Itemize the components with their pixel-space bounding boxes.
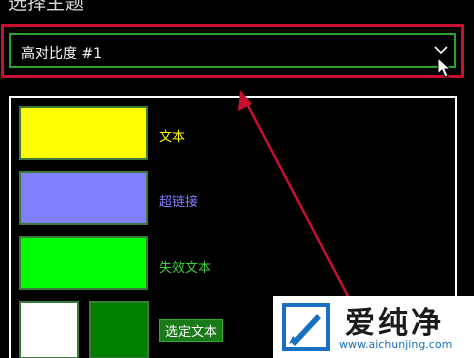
- disabled-text-label: 失效文本: [159, 261, 212, 276]
- high-contrast-settings-page: 选择主题 高对比度 #1 文本 超链接 失效文本 选定文本 爱纯净 www.ai…: [0, 0, 474, 358]
- selected-text-foreground-swatch[interactable]: [89, 301, 149, 358]
- section-title: 选择主题: [8, 0, 85, 14]
- watermark-url: www.aichunjing.com: [339, 338, 453, 351]
- text-label: 文本: [159, 130, 186, 145]
- disabled-text-color-swatch[interactable]: [19, 236, 148, 290]
- text-color-swatch[interactable]: [19, 106, 148, 160]
- chevron-down-icon[interactable]: [434, 45, 448, 55]
- selected-text-label: 选定文本: [159, 319, 224, 342]
- theme-dropdown[interactable]: 高对比度 #1: [9, 33, 456, 68]
- watermark-logo-icon: [282, 303, 330, 351]
- watermark-badge: 爱纯净 www.aichunjing.com: [273, 296, 474, 358]
- mouse-pointer-icon: [437, 57, 451, 78]
- hyperlink-color-swatch[interactable]: [19, 171, 148, 225]
- hyperlink-label: 超链接: [159, 195, 199, 210]
- theme-dropdown-value: 高对比度 #1: [21, 46, 103, 62]
- watermark-name: 爱纯净: [345, 306, 444, 341]
- selected-text-background-swatch[interactable]: [19, 301, 79, 358]
